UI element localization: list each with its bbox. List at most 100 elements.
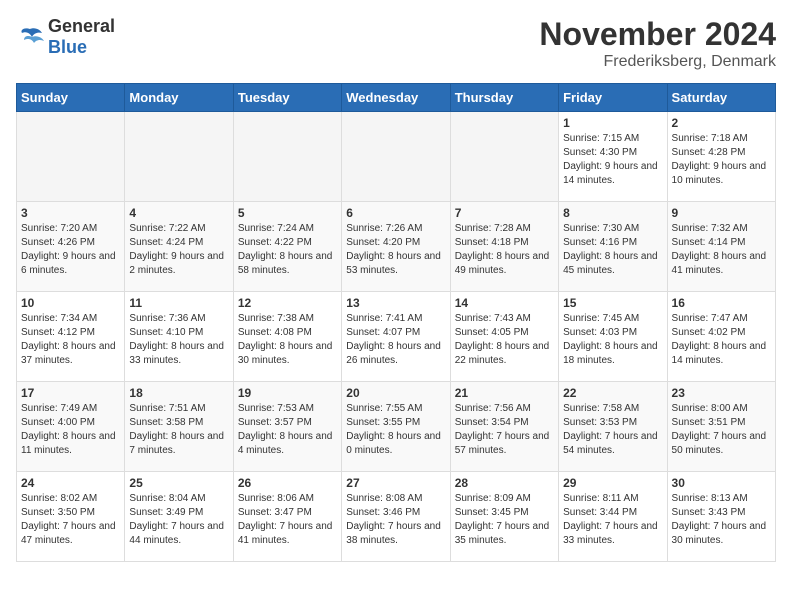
day-info: Sunrise: 7:36 AMSunset: 4:10 PMDaylight:… <box>129 312 228 368</box>
day-number: 25 <box>129 476 228 490</box>
header: General Blue November 2024 Frederiksberg… <box>16 16 776 71</box>
day-number: 11 <box>129 296 228 310</box>
day-number: 26 <box>238 476 337 490</box>
day-number: 20 <box>346 386 445 400</box>
calendar-cell: 21 Sunrise: 7:56 AMSunset: 3:54 PMDayligh… <box>450 382 558 472</box>
day-number: 8 <box>563 206 662 220</box>
calendar-title: November 2024 <box>539 16 776 53</box>
calendar-cell: 13Sunrise: 7:41 AMSunset: 4:07 PMDayligh… <box>342 292 450 382</box>
calendar-cell: 25 Sunrise: 8:04 AMSunset: 3:49 PMDayligh… <box>125 472 233 562</box>
logo-blue-text: Blue <box>48 37 87 57</box>
day-number: 19 <box>238 386 337 400</box>
day-number: 21 <box>455 386 554 400</box>
weekday-header-wednesday: Wednesday <box>342 84 450 112</box>
calendar-cell: 4 Sunrise: 7:22 AMSunset: 4:24 PMDaylight… <box>125 202 233 292</box>
logo: General Blue <box>16 16 115 58</box>
day-info: Sunrise: 8:11 AMSunset: 3:44 PMDaylight:… <box>563 492 662 548</box>
calendar-week-row: 24Sunrise: 8:02 AMSunset: 3:50 PMDayligh… <box>17 472 776 562</box>
calendar-cell: 28 Sunrise: 8:09 AMSunset: 3:45 PMDayligh… <box>450 472 558 562</box>
day-number: 7 <box>455 206 554 220</box>
weekday-header-thursday: Thursday <box>450 84 558 112</box>
day-info: Sunrise: 7:41 AMSunset: 4:07 PMDaylight:… <box>346 312 445 368</box>
day-info: Sunrise: 7:32 AMSunset: 4:14 PMDaylight:… <box>672 222 771 278</box>
weekday-header-saturday: Saturday <box>667 84 775 112</box>
calendar-cell: 22Sunrise: 7:58 AMSunset: 3:53 PMDayligh… <box>559 382 667 472</box>
calendar-cell: 17Sunrise: 7:49 AMSunset: 4:00 PMDayligh… <box>17 382 125 472</box>
calendar-cell <box>342 112 450 202</box>
weekday-header-tuesday: Tuesday <box>233 84 341 112</box>
day-info: Sunrise: 7:47 AMSunset: 4:02 PMDaylight:… <box>672 312 771 368</box>
day-info: Sunrise: 7:43 AMSunset: 4:05 PMDaylight:… <box>455 312 554 368</box>
calendar-cell <box>233 112 341 202</box>
title-area: November 2024 Frederiksberg, Denmark <box>539 16 776 71</box>
calendar-cell: 1 Sunrise: 7:15 AMSunset: 4:30 PMDaylight… <box>559 112 667 202</box>
calendar-week-row: 1 Sunrise: 7:15 AMSunset: 4:30 PMDaylight… <box>17 112 776 202</box>
day-info: Sunrise: 8:04 AMSunset: 3:49 PMDaylight:… <box>129 492 228 548</box>
day-number: 14 <box>455 296 554 310</box>
day-info: Sunrise: 7:24 AMSunset: 4:22 PMDaylight:… <box>238 222 337 278</box>
day-number: 23 <box>672 386 771 400</box>
day-number: 9 <box>672 206 771 220</box>
calendar-cell: 8 Sunrise: 7:30 AMSunset: 4:16 PMDaylight… <box>559 202 667 292</box>
weekday-header-friday: Friday <box>559 84 667 112</box>
calendar-cell <box>125 112 233 202</box>
day-info: Sunrise: 7:56 AMSunset: 3:54 PMDaylight:… <box>455 402 554 458</box>
day-number: 10 <box>21 296 120 310</box>
calendar-cell: 5 Sunrise: 7:24 AMSunset: 4:22 PMDaylight… <box>233 202 341 292</box>
calendar-cell: 18 Sunrise: 7:51 AMSunset: 3:58 PMDayligh… <box>125 382 233 472</box>
day-number: 28 <box>455 476 554 490</box>
day-info: Sunrise: 7:18 AMSunset: 4:28 PMDaylight:… <box>672 132 771 188</box>
calendar-cell: 24Sunrise: 8:02 AMSunset: 3:50 PMDayligh… <box>17 472 125 562</box>
calendar-cell: 23 Sunrise: 8:00 AMSunset: 3:51 PMDayligh… <box>667 382 775 472</box>
day-number: 1 <box>563 116 662 130</box>
day-number: 4 <box>129 206 228 220</box>
calendar-table: SundayMondayTuesdayWednesdayThursdayFrid… <box>16 83 776 562</box>
day-number: 29 <box>563 476 662 490</box>
day-info: Sunrise: 8:06 AMSunset: 3:47 PMDaylight:… <box>238 492 337 548</box>
day-number: 18 <box>129 386 228 400</box>
calendar-week-row: 17Sunrise: 7:49 AMSunset: 4:00 PMDayligh… <box>17 382 776 472</box>
logo-icon <box>16 25 44 49</box>
day-info: Sunrise: 8:00 AMSunset: 3:51 PMDaylight:… <box>672 402 771 458</box>
day-info: Sunrise: 7:20 AMSunset: 4:26 PMDaylight:… <box>21 222 120 278</box>
day-info: Sunrise: 7:55 AMSunset: 3:55 PMDaylight:… <box>346 402 445 458</box>
day-info: Sunrise: 7:26 AMSunset: 4:20 PMDaylight:… <box>346 222 445 278</box>
calendar-cell: 11 Sunrise: 7:36 AMSunset: 4:10 PMDayligh… <box>125 292 233 382</box>
day-info: Sunrise: 7:51 AMSunset: 3:58 PMDaylight:… <box>129 402 228 458</box>
day-number: 5 <box>238 206 337 220</box>
day-number: 3 <box>21 206 120 220</box>
calendar-cell: 20 Sunrise: 7:55 AMSunset: 3:55 PMDayligh… <box>342 382 450 472</box>
calendar-cell: 10 Sunrise: 7:34 AMSunset: 4:12 PMDayligh… <box>17 292 125 382</box>
calendar-cell: 15 Sunrise: 7:45 AMSunset: 4:03 PMDayligh… <box>559 292 667 382</box>
calendar-cell: 3 Sunrise: 7:20 AMSunset: 4:26 PMDaylight… <box>17 202 125 292</box>
day-info: Sunrise: 7:45 AMSunset: 4:03 PMDaylight:… <box>563 312 662 368</box>
day-info: Sunrise: 8:09 AMSunset: 3:45 PMDaylight:… <box>455 492 554 548</box>
calendar-cell: 19Sunrise: 7:53 AMSunset: 3:57 PMDayligh… <box>233 382 341 472</box>
day-number: 12 <box>238 296 337 310</box>
weekday-header-row: SundayMondayTuesdayWednesdayThursdayFrid… <box>17 84 776 112</box>
calendar-week-row: 10 Sunrise: 7:34 AMSunset: 4:12 PMDayligh… <box>17 292 776 382</box>
day-number: 15 <box>563 296 662 310</box>
day-number: 24 <box>21 476 120 490</box>
calendar-cell <box>450 112 558 202</box>
day-info: Sunrise: 7:22 AMSunset: 4:24 PMDaylight:… <box>129 222 228 278</box>
calendar-cell: 12Sunrise: 7:38 AMSunset: 4:08 PMDayligh… <box>233 292 341 382</box>
day-number: 6 <box>346 206 445 220</box>
calendar-cell <box>17 112 125 202</box>
day-number: 22 <box>563 386 662 400</box>
calendar-week-row: 3 Sunrise: 7:20 AMSunset: 4:26 PMDaylight… <box>17 202 776 292</box>
calendar-subtitle: Frederiksberg, Denmark <box>539 53 776 71</box>
day-info: Sunrise: 8:13 AMSunset: 3:43 PMDaylight:… <box>672 492 771 548</box>
day-info: Sunrise: 7:34 AMSunset: 4:12 PMDaylight:… <box>21 312 120 368</box>
logo-general-text: General <box>48 16 115 36</box>
day-info: Sunrise: 7:49 AMSunset: 4:00 PMDaylight:… <box>21 402 120 458</box>
day-info: Sunrise: 7:30 AMSunset: 4:16 PMDaylight:… <box>563 222 662 278</box>
day-number: 2 <box>672 116 771 130</box>
calendar-cell: 9 Sunrise: 7:32 AMSunset: 4:14 PMDaylight… <box>667 202 775 292</box>
calendar-cell: 7Sunrise: 7:28 AMSunset: 4:18 PMDaylight… <box>450 202 558 292</box>
day-number: 16 <box>672 296 771 310</box>
weekday-header-monday: Monday <box>125 84 233 112</box>
day-info: Sunrise: 7:15 AMSunset: 4:30 PMDaylight:… <box>563 132 662 188</box>
calendar-cell: 29 Sunrise: 8:11 AMSunset: 3:44 PMDayligh… <box>559 472 667 562</box>
day-number: 30 <box>672 476 771 490</box>
